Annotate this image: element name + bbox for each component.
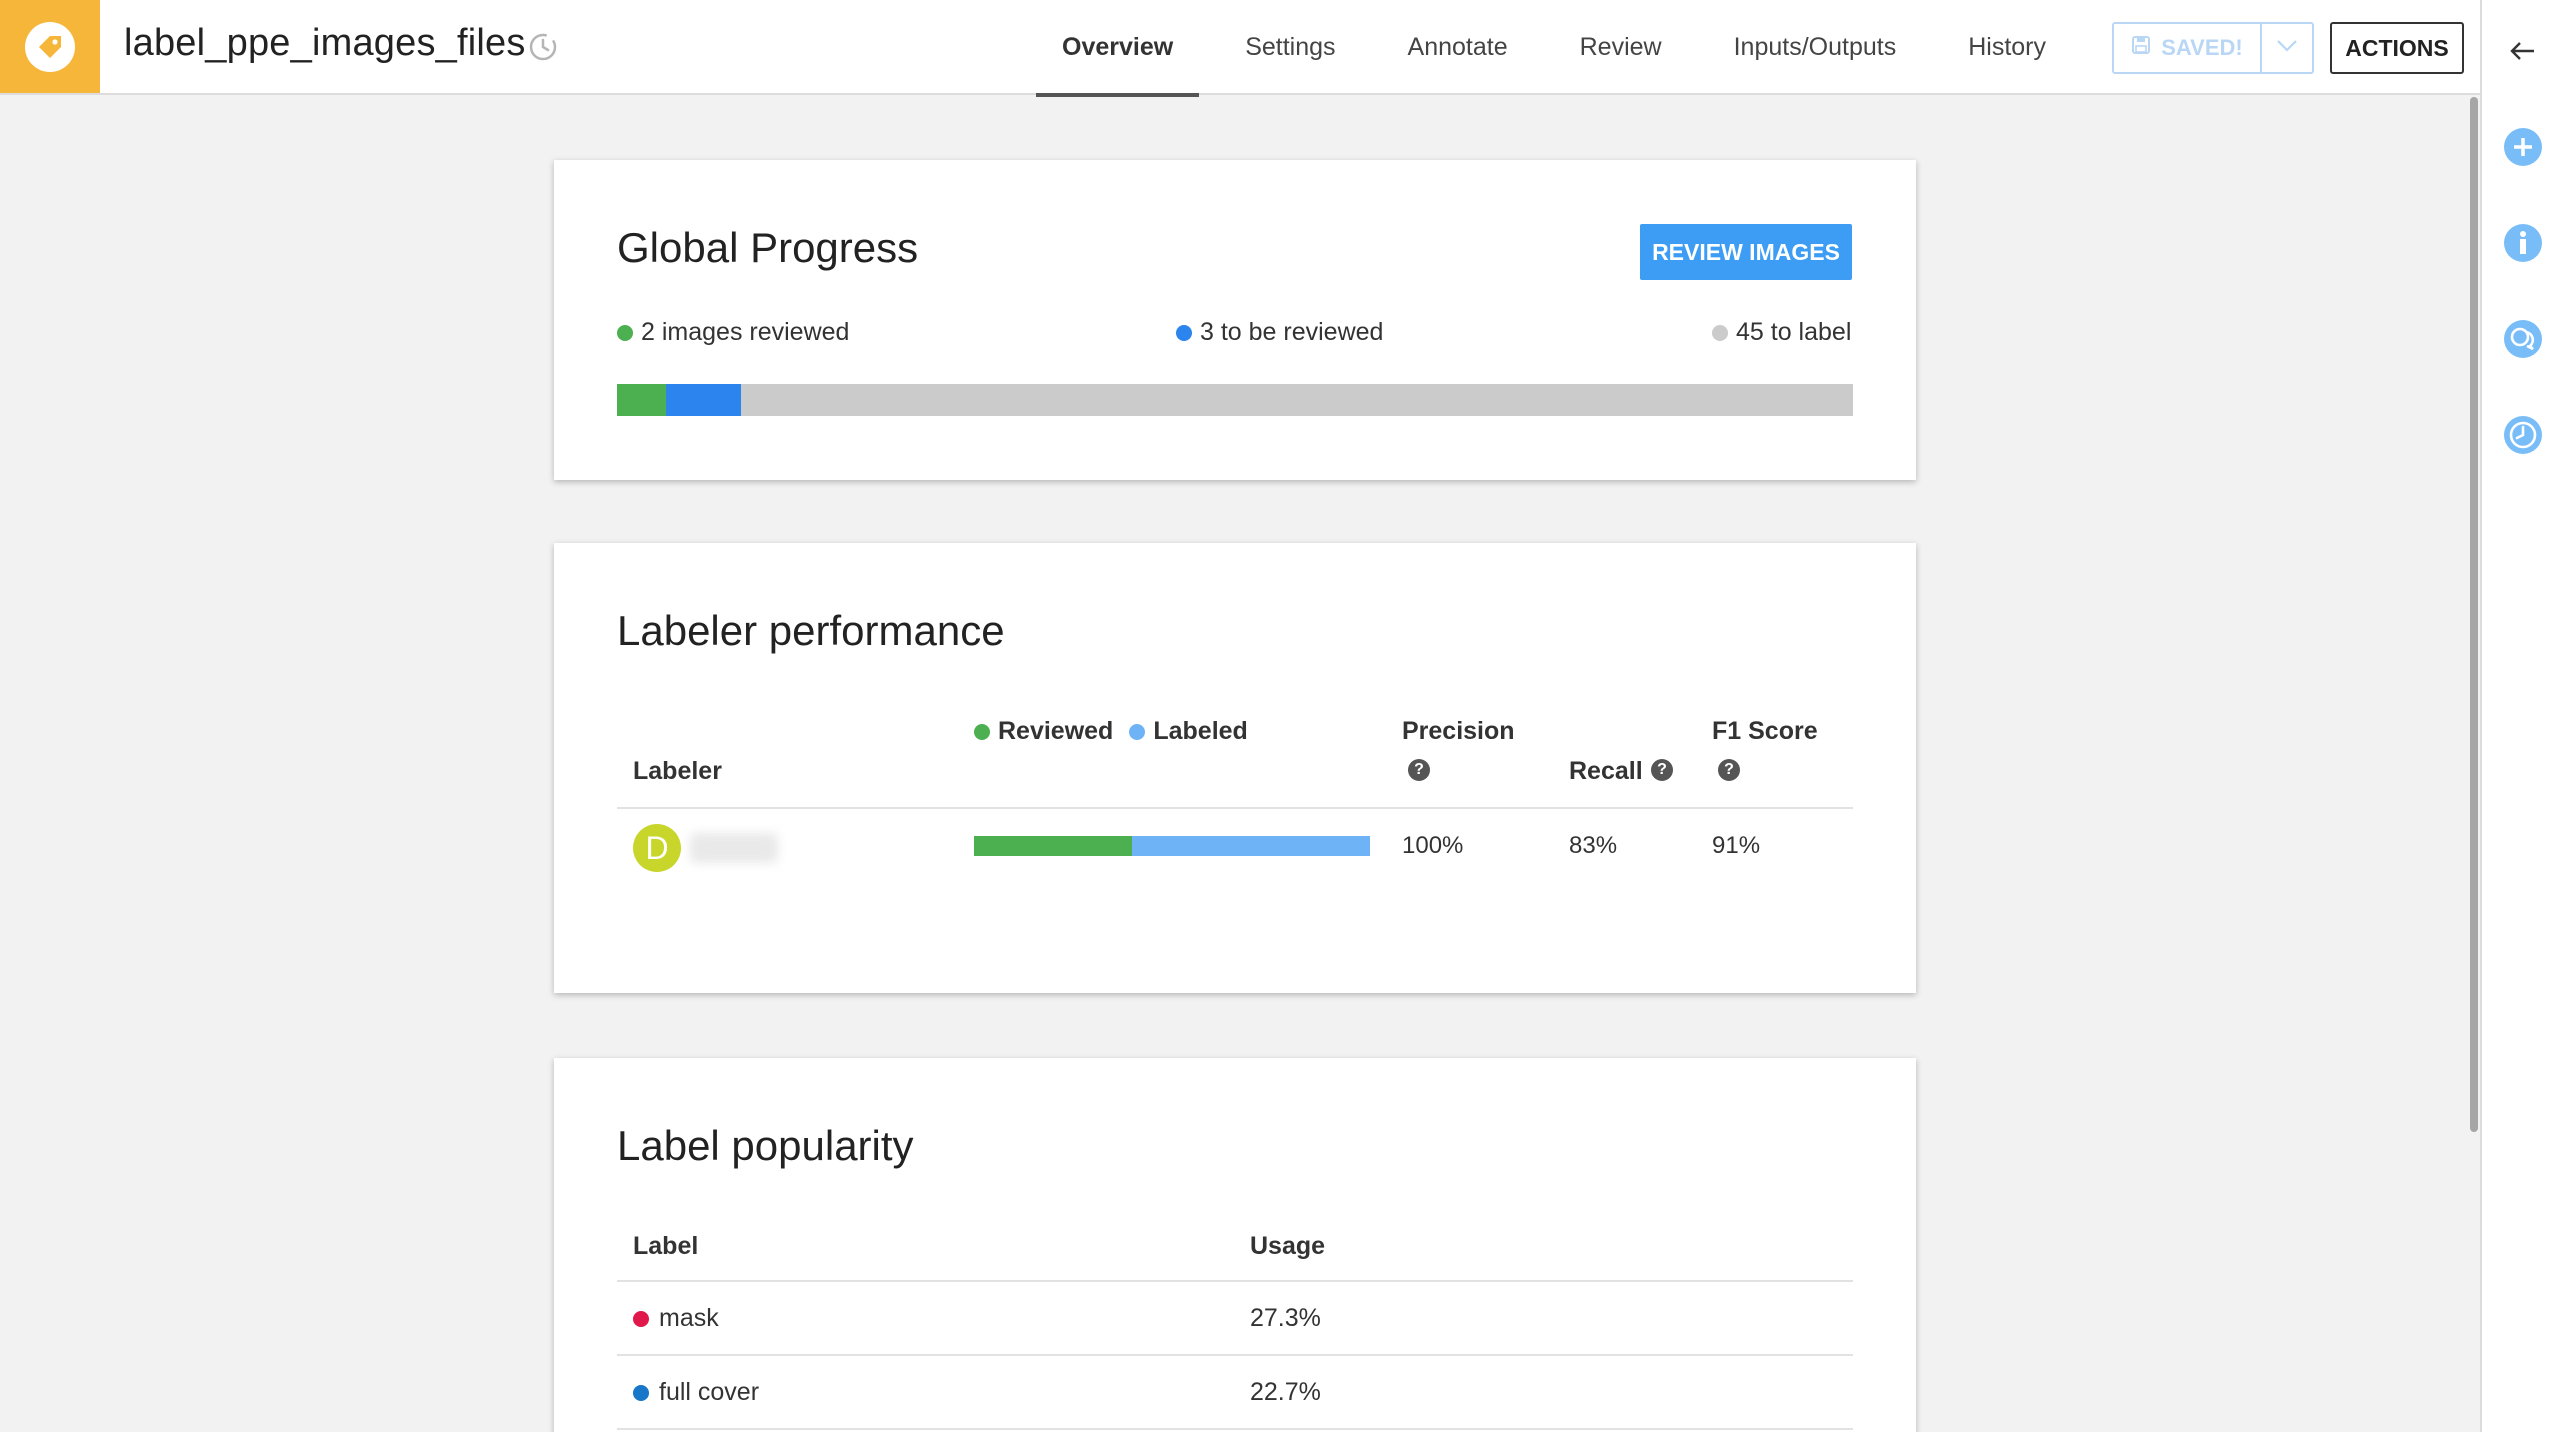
reviewed-dot [974,723,990,740]
tag-icon [25,21,75,72]
right-rail [2480,0,2560,1432]
column-header-usage: Usage [1250,1232,1326,1260]
label-color-dot [633,1310,649,1327]
recall-value: 83% [1569,832,1618,859]
labeled-dot [1129,723,1146,740]
global-progress-card: Global Progress REVIEW IMAGES 2 images r… [554,160,1916,480]
progress-segment-reviewed [617,384,667,416]
legend-reviewed-label: 2 images reviewed [641,318,850,346]
tab-review[interactable]: Review [1554,0,1688,95]
column-header-precision: Precision [1402,717,1515,745]
column-header-label: Label [633,1232,699,1260]
reviewed-dot [617,324,633,341]
clock-icon[interactable] [2502,414,2544,456]
save-disk-icon [2131,35,2151,61]
page-title: label_ppe_images_files [124,22,526,64]
tab-annotate[interactable]: Annotate [1382,0,1534,95]
f1-value: 91% [1712,832,1761,859]
header-divider [617,807,1853,809]
legend-to-label: 45 to label [1712,318,1851,347]
save-options-dropdown[interactable] [2262,22,2314,74]
column-header-recall: Recall [1569,757,1643,785]
global-progress-title: Global Progress [617,224,919,271]
recall-help-icon[interactable]: ? [1651,759,1673,781]
row-divider [617,1428,1853,1430]
plus-circle-icon[interactable] [2502,126,2544,168]
labeler-segment-labeled [1132,836,1370,856]
tab-settings[interactable]: Settings [1219,0,1361,95]
labeler-progress-bar [974,836,1370,856]
scrollbar-thumb[interactable] [2470,97,2478,1132]
legend-to-review: 3 to be reviewed [1176,318,1383,347]
legend-to-label-label: 45 to label [1736,318,1852,346]
global-progress-bar [617,384,1853,416]
label-name: full cover [659,1378,760,1406]
avatar: D [633,824,681,872]
info-icon[interactable] [2502,222,2544,264]
label-popularity-card: Label popularity Label Usage mask 27.3% … [554,1058,1916,1432]
top-bar: label_ppe_images_files Overview Settings… [0,0,2480,97]
tab-overview[interactable]: Overview [1036,0,1200,97]
labeler-performance-title: Labeler performance [617,607,1005,654]
back-arrow-icon[interactable] [2502,30,2544,72]
chevron-down-icon [2276,39,2298,58]
saved-button[interactable]: SAVED! [2112,22,2262,74]
chat-icon[interactable] [2502,318,2544,360]
column-header-reviewed: Reviewed [998,717,1114,745]
to-review-dot [1176,324,1192,341]
column-header-labeled: Labeled [1153,717,1248,745]
column-header-labeler: Labeler [633,757,722,785]
precision-value: 100% [1402,832,1464,859]
labeler-performance-card: Labeler performance Labeler Reviewed Lab… [554,543,1916,993]
app-icon[interactable] [0,0,100,93]
header-divider [617,1280,1853,1282]
f1-help-icon[interactable]: ? [1718,759,1740,781]
column-header-f1: F1 Score [1712,717,1818,745]
labeler-name-redacted [690,833,778,863]
label-name: mask [659,1304,719,1332]
labeler-segment-reviewed [974,836,1133,856]
label-color-dot [633,1384,649,1401]
history-clock-icon[interactable] [528,32,558,62]
tab-bar: Overview Settings Annotate Review Inputs… [1036,0,2092,97]
saved-label: SAVED! [2161,35,2243,60]
legend-reviewed: 2 images reviewed [617,318,849,347]
legend-to-review-label: 3 to be reviewed [1200,318,1384,346]
tab-inputs-outputs[interactable]: Inputs/Outputs [1708,0,1923,95]
to-label-dot [1712,324,1728,341]
table-row-label: full cover [633,1378,759,1407]
table-row-label: mask [633,1304,719,1333]
scrollbar[interactable] [2468,95,2480,1432]
label-usage: 27.3% [1250,1304,1321,1332]
precision-help-icon[interactable]: ? [1408,759,1430,781]
progress-segment-to-review [666,384,741,416]
label-usage: 22.7% [1250,1378,1321,1406]
column-header-progress: Reviewed Labeled [974,717,1248,746]
label-popularity-title: Label popularity [617,1122,914,1169]
actions-button[interactable]: ACTIONS [2330,22,2464,74]
review-images-button[interactable]: REVIEW IMAGES [1640,224,1852,280]
row-divider [617,1354,1853,1356]
tab-history[interactable]: History [1942,0,2072,95]
